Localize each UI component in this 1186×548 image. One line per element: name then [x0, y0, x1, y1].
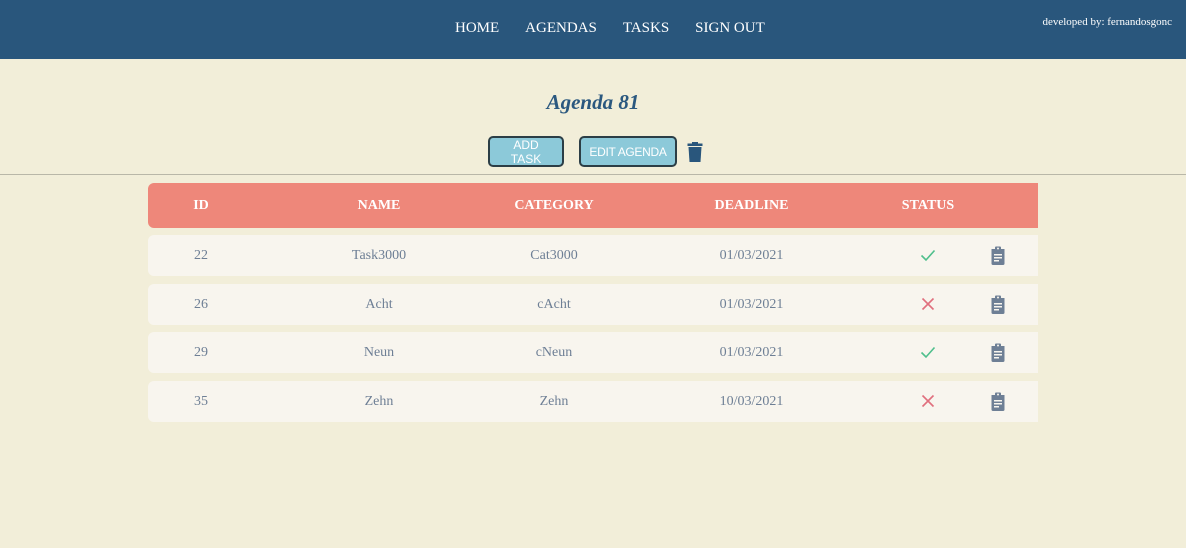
cell-category: cNeun — [535, 344, 573, 360]
clipboard-icon[interactable] — [990, 392, 1006, 411]
table-row: 22 Task3000 Cat3000 01/03/2021 — [148, 235, 1038, 276]
add-task-button[interactable]: ADD TASK — [488, 136, 564, 167]
cell-category: cAcht — [537, 296, 571, 312]
divider — [0, 174, 1186, 175]
cell-actions — [957, 295, 1038, 314]
cell-deadline: 01/03/2021 — [719, 296, 784, 312]
cell-deadline: 01/03/2021 — [719, 344, 784, 360]
cell-status — [899, 296, 957, 312]
cell-status — [899, 247, 957, 263]
tasks-table: ID NAME CATEGORY DEADLINE STATUS 22 Task… — [148, 183, 1038, 422]
cell-actions — [957, 343, 1038, 362]
table-header: ID NAME CATEGORY DEADLINE STATUS — [148, 183, 1038, 228]
cell-name: Task3000 — [351, 247, 407, 263]
cell-category: Cat3000 — [530, 247, 578, 263]
header-name: NAME — [357, 197, 401, 213]
nav-sign-out-link[interactable]: SIGN OUT — [695, 19, 765, 37]
navbar: HOME AGENDAS TASKS SIGN OUT developed by… — [0, 0, 1186, 59]
check-icon[interactable] — [920, 344, 936, 360]
clipboard-icon[interactable] — [990, 295, 1006, 314]
cell-actions — [957, 392, 1038, 411]
cell-name: Zehn — [364, 393, 394, 409]
cell-id: 35 — [194, 393, 208, 409]
developer-credit: developed by: fernandosgonc — [1042, 16, 1172, 28]
header-category: CATEGORY — [514, 197, 594, 213]
clipboard-icon[interactable] — [990, 343, 1006, 362]
nav-links: HOME AGENDAS TASKS SIGN OUT — [455, 19, 765, 37]
cross-icon[interactable] — [920, 393, 936, 409]
edit-agenda-button[interactable]: EDIT AGENDA — [579, 136, 677, 167]
table-row: 29 Neun cNeun 01/03/2021 — [148, 332, 1038, 373]
cell-status — [899, 344, 957, 360]
agenda-actions: ADD TASK EDIT AGENDA — [488, 136, 703, 167]
cell-id: 26 — [194, 296, 208, 312]
trash-icon[interactable] — [687, 141, 703, 162]
cell-id: 22 — [194, 247, 208, 263]
cell-status — [899, 393, 957, 409]
cross-icon[interactable] — [920, 296, 936, 312]
cell-deadline: 10/03/2021 — [719, 393, 784, 409]
check-icon[interactable] — [920, 247, 936, 263]
cell-name: Neun — [363, 344, 395, 360]
page-title: Agenda 81 — [546, 90, 640, 114]
cell-deadline: 01/03/2021 — [719, 247, 784, 263]
header-status: STATUS — [901, 197, 955, 213]
nav-agendas-link[interactable]: AGENDAS — [525, 19, 597, 37]
clipboard-icon[interactable] — [990, 246, 1006, 265]
nav-home-link[interactable]: HOME — [455, 19, 499, 37]
table-row: 26 Acht cAcht 01/03/2021 — [148, 284, 1038, 325]
cell-category: Zehn — [539, 393, 569, 409]
nav-tasks-link[interactable]: TASKS — [623, 19, 669, 37]
cell-name: Acht — [365, 296, 393, 312]
cell-id: 29 — [194, 344, 208, 360]
header-id: ID — [193, 197, 209, 213]
table-row: 35 Zehn Zehn 10/03/2021 — [148, 381, 1038, 422]
cell-actions — [957, 246, 1038, 265]
header-deadline: DEADLINE — [714, 197, 789, 213]
